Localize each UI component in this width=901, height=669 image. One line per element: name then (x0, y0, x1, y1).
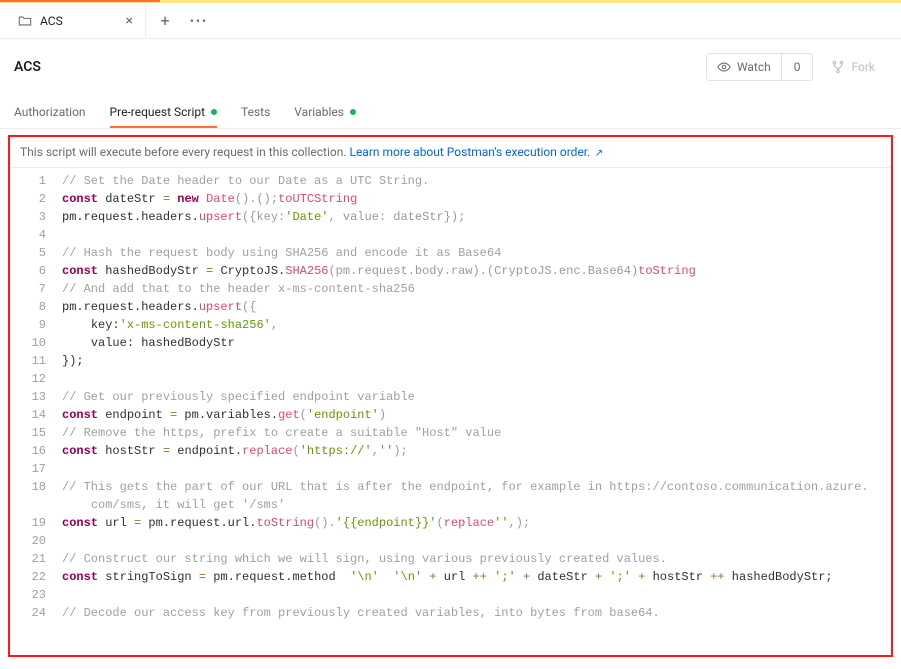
description-text: This script will execute before every re… (20, 145, 349, 159)
fork-button: Fork (821, 54, 885, 80)
tab-label: Pre-request Script (110, 105, 205, 119)
code-content[interactable]: // Set the Date header to our Date as a … (56, 168, 891, 626)
line-number-gutter: 123456789101112131415161718192021222324 (10, 168, 56, 626)
close-icon[interactable]: × (126, 13, 133, 29)
tab-variables[interactable]: Variables (294, 95, 356, 128)
header-row: ACS Watch 0 Fork (0, 39, 901, 95)
watch-count: 0 (781, 54, 813, 80)
tab-tests[interactable]: Tests (241, 95, 270, 128)
code-editor[interactable]: 123456789101112131415161718192021222324 … (10, 167, 891, 626)
file-tab-label: ACS (40, 14, 63, 28)
link-text: Learn more about Postman's execution ord… (349, 145, 590, 159)
subtabs: Authorization Pre-request Script Tests V… (0, 95, 901, 129)
new-tab-button[interactable]: + (150, 11, 180, 30)
learn-more-link[interactable]: Learn more about Postman's execution ord… (349, 145, 603, 159)
status-dot-icon (350, 109, 356, 115)
tab-overflow-button[interactable]: ••• (184, 14, 214, 28)
eye-icon (717, 60, 731, 74)
tab-prerequest-script[interactable]: Pre-request Script (110, 95, 217, 128)
tab-label: Authorization (14, 105, 86, 119)
fork-label: Fork (851, 60, 875, 74)
watch-group: Watch 0 (706, 53, 814, 81)
status-dot-icon (211, 109, 217, 115)
tab-authorization[interactable]: Authorization (14, 95, 86, 128)
tab-label: Tests (241, 105, 270, 119)
tab-label: Variables (294, 105, 344, 119)
watch-button[interactable]: Watch (707, 54, 781, 80)
file-tab-acs[interactable]: ACS × (6, 3, 146, 38)
active-tab-indicator (0, 0, 160, 2)
collection-title: ACS (14, 59, 41, 75)
script-description: This script will execute before every re… (10, 137, 891, 167)
watch-label: Watch (737, 60, 771, 74)
folder-icon (18, 14, 32, 28)
external-link-icon: ↗ (592, 148, 603, 159)
document-tabbar: ACS × + ••• (0, 3, 901, 39)
fork-icon (831, 60, 845, 74)
highlighted-region: This script will execute before every re… (8, 135, 893, 657)
